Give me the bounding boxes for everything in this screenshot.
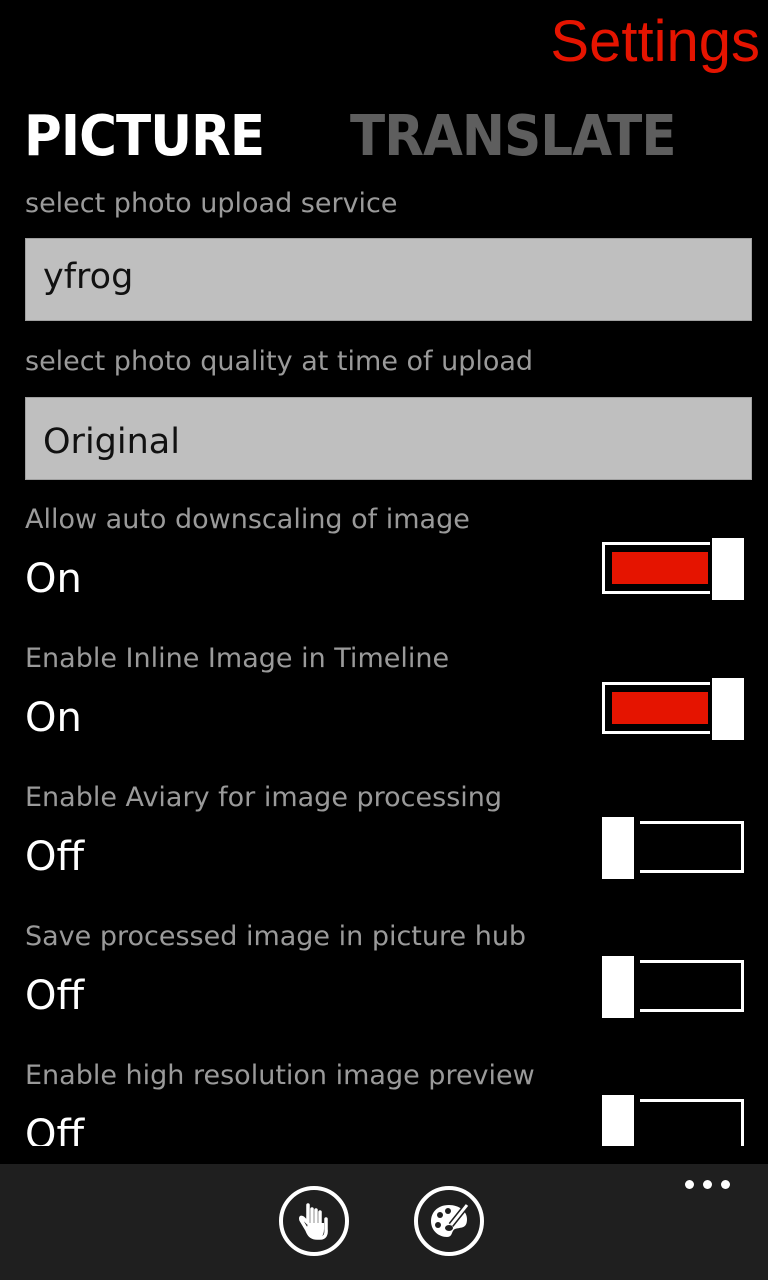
toggle-state-aviary: Off — [25, 834, 85, 880]
toggle-high-res[interactable] — [602, 1095, 744, 1146]
toggle-state-inline-image: On — [25, 695, 82, 741]
toggle-label-save-hub: Save processed image in picture hub — [25, 921, 527, 952]
toggle-track — [640, 960, 744, 1012]
toggle-state-high-res: Off — [25, 1112, 85, 1146]
toggle-thumb[interactable] — [602, 817, 634, 879]
app-bar — [0, 1164, 768, 1280]
toggle-fill — [612, 552, 708, 584]
photo-quality-picker[interactable]: Original — [25, 397, 752, 480]
tab-translate[interactable]: TRANSLATE — [350, 104, 677, 169]
photo-quality-label: select photo quality at time of upload — [25, 346, 534, 377]
toggle-downscaling[interactable] — [602, 538, 744, 600]
toggle-thumb[interactable] — [602, 956, 634, 1018]
hand-icon — [299, 1203, 328, 1240]
upload-service-value: yfrog — [43, 257, 134, 297]
upload-service-label: select photo upload service — [25, 188, 398, 219]
toggle-thumb[interactable] — [602, 1095, 634, 1146]
settings-list[interactable]: select photo upload service yfrog select… — [0, 180, 768, 1146]
hand-button[interactable] — [279, 1186, 349, 1256]
toggle-thumb[interactable] — [712, 678, 744, 740]
toggle-aviary[interactable] — [602, 817, 744, 879]
toggle-save-hub[interactable] — [602, 956, 744, 1018]
palette-button[interactable] — [414, 1186, 484, 1256]
toggle-fill — [612, 692, 708, 724]
toggle-label-downscaling: Allow auto downscaling of image — [25, 504, 470, 535]
toggle-thumb[interactable] — [712, 538, 744, 600]
palette-icon — [431, 1203, 470, 1237]
photo-quality-value: Original — [43, 422, 180, 462]
toggle-label-aviary: Enable Aviary for image processing — [25, 782, 503, 813]
page-title: Settings — [550, 9, 760, 74]
toggle-state-save-hub: Off — [25, 973, 85, 1019]
toggle-inline-image[interactable] — [602, 678, 744, 740]
toggle-track — [640, 821, 744, 873]
pivot-header: PICTURE TRANSLATE N — [24, 104, 768, 169]
toggle-track — [640, 1099, 744, 1146]
toggle-label-high-res: Enable high resolution image preview — [25, 1060, 535, 1091]
toggle-label-inline-image: Enable Inline Image in Timeline — [25, 643, 450, 674]
ellipsis-icon[interactable] — [685, 1180, 730, 1189]
upload-service-picker[interactable]: yfrog — [25, 238, 752, 321]
tab-picture[interactable]: PICTURE — [24, 104, 265, 169]
toggle-state-downscaling: On — [25, 556, 82, 602]
